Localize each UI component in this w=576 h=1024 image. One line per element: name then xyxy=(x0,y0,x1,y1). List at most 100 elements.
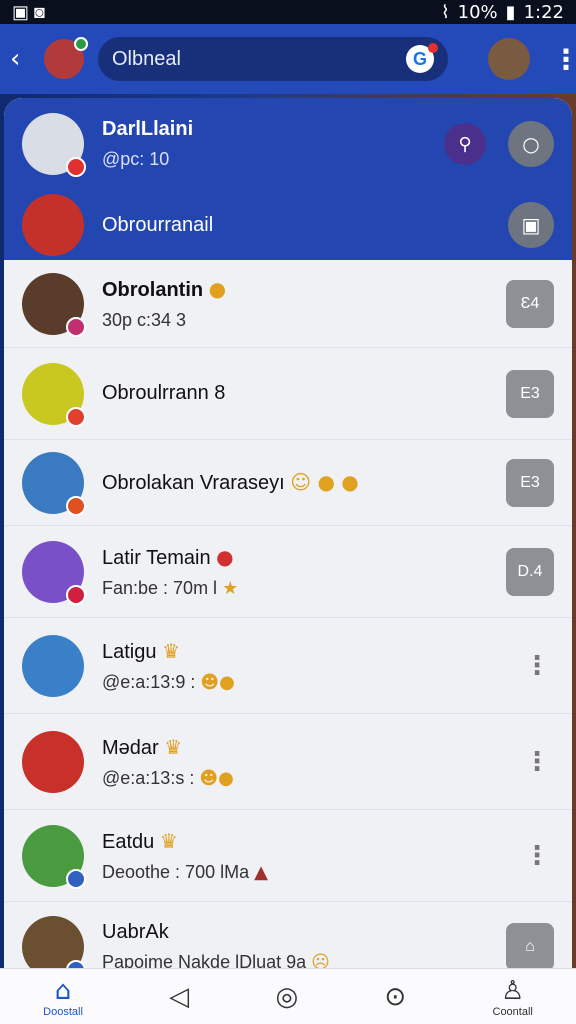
status-right: ⌇ 10% ▮ 1:22 xyxy=(441,2,564,23)
crown-icon: ♛ xyxy=(162,638,180,663)
chat-row[interactable]: Latir Temain ● Fan:be : 70m l ★ D.4 xyxy=(4,526,572,618)
nav-home-label: Doostall xyxy=(43,1005,83,1018)
contact-name: Obrolakan Vraraseyı ☺ ● ● xyxy=(102,470,359,494)
contact-name: Obrolantin ● xyxy=(102,276,227,301)
action-button[interactable]: Ɛ4 xyxy=(506,279,554,328)
chat-text: Mədar ♛ @e:a:13:s : ☻● xyxy=(102,735,524,789)
contact-name: Mədar ♛ xyxy=(102,734,183,759)
online-badge xyxy=(74,37,88,51)
emoji-icon: ▲ xyxy=(254,861,268,883)
chat-panel: DarlLlaini @pc: 10 ⚲ ○ Obrourranail ▣ Ob… xyxy=(4,98,572,968)
contact-name: Obrourranail xyxy=(102,213,214,236)
status-badge xyxy=(66,316,86,337)
contact-name: Latigu ♛ xyxy=(102,638,180,663)
chat-row[interactable]: Eatdu ♛ Deoothe : 700 lMa ▲ ⋮ xyxy=(4,810,572,902)
contact-name: DarlLlaini xyxy=(102,118,194,140)
action-button[interactable]: E3 xyxy=(506,458,554,507)
person-icon[interactable]: ⚲ xyxy=(444,123,486,165)
status-badge xyxy=(66,406,86,427)
home-square-icon[interactable]: ⌂ xyxy=(506,923,554,968)
profile-avatar[interactable] xyxy=(488,38,530,80)
contact-avatar xyxy=(22,272,86,337)
chat-row[interactable]: Obroulrrann 8 E3 xyxy=(4,348,572,440)
search-input[interactable]: Olbneal xyxy=(112,48,181,71)
chat-text: Obrolakan Vraraseyı ☺ ● ● xyxy=(102,470,506,495)
back-triangle-icon: ◁ xyxy=(169,981,190,1012)
pinned-section: DarlLlaini @pc: 10 ⚲ ○ Obrourranail ▣ xyxy=(4,98,572,260)
action-button[interactable]: D.4 xyxy=(506,547,554,596)
status-badge xyxy=(66,960,86,968)
header-avatar[interactable] xyxy=(44,37,88,79)
emoji-icon: ☻● xyxy=(199,767,234,789)
battery-icon: ▮ xyxy=(505,1,516,23)
nav-contact-label: Coontall xyxy=(492,1005,533,1018)
chat-row[interactable]: Obrolakan Vraraseyı ☺ ● ● E3 xyxy=(4,440,572,526)
contact-avatar xyxy=(22,451,86,516)
square-icon[interactable]: ▣ xyxy=(508,202,554,248)
last-message: Deoothe : 700 lMa ▲ xyxy=(102,861,268,883)
more-icon[interactable]: ⋮ xyxy=(524,651,550,681)
clock: 1:22 xyxy=(523,1,564,23)
camera-icon: ◎ xyxy=(275,981,299,1012)
chat-text: Eatdu ♛ Deoothe : 700 lMa ▲ xyxy=(102,829,524,883)
chat-row[interactable]: Obrolantin ● 30p c:34 3 Ɛ4 xyxy=(4,260,572,348)
contact-avatar xyxy=(22,113,86,177)
chat-text: Latigu ♛ @e:a:13:9 : ☻● xyxy=(102,639,524,693)
nav-explore[interactable]: ⊙ xyxy=(384,982,406,1012)
search-bar[interactable]: Olbneal G xyxy=(98,37,448,81)
menu-icon[interactable]: ⋮ xyxy=(552,43,576,76)
contact-avatar xyxy=(22,540,86,605)
pinned-chat-row[interactable]: Obrourranail ▣ xyxy=(4,190,572,260)
emoji-icon: ☹ xyxy=(311,952,330,968)
nav-contact[interactable]: ♙ Coontall xyxy=(493,976,533,1018)
last-message: Fan:be : 70m l ★ xyxy=(102,577,239,599)
back-button[interactable]: ‹ xyxy=(10,44,34,74)
chat-text: DarlLlaini @pc: 10 xyxy=(102,118,444,170)
contact-avatar xyxy=(22,194,84,256)
status-bar: ▣ ◙ ⌇ 10% ▮ 1:22 xyxy=(0,0,576,24)
status-left: ▣ ◙ xyxy=(12,2,45,23)
nav-back[interactable]: ◁ xyxy=(169,982,189,1012)
chat-bubble-icon[interactable]: ○ xyxy=(508,121,554,167)
crown-icon: ♛ xyxy=(164,734,183,759)
chat-text: Latir Temain ● Fan:be : 70m l ★ xyxy=(102,545,506,599)
notification-icon: ▣ ◙ xyxy=(12,1,45,22)
chat-row[interactable]: UabrAk Papoime Nakde lDluat 9a ☹ ⌂ xyxy=(4,902,572,968)
nav-home[interactable]: ⌂ Doostall xyxy=(43,976,83,1018)
contact-name: Eatdu ♛ xyxy=(102,828,178,853)
contact-avatar xyxy=(22,730,84,793)
pinned-chat-row[interactable]: DarlLlaini @pc: 10 ⚲ ○ xyxy=(4,98,572,190)
google-icon[interactable]: G xyxy=(406,43,438,73)
status-badge xyxy=(66,495,86,516)
header-actions: ⋮ xyxy=(478,38,576,80)
chat-row[interactable]: Latigu ♛ @e:a:13:9 : ☻● ⋮ xyxy=(4,618,572,714)
home-icon: ⌂ xyxy=(54,975,72,1006)
battery-text: 10% xyxy=(457,1,498,23)
last-message: @pc: 10 xyxy=(102,149,170,169)
contact-name: UabrAk xyxy=(102,921,169,943)
chat-row[interactable]: Mədar ♛ @e:a:13:s : ☻● ⋮ xyxy=(4,714,572,810)
action-button[interactable]: E3 xyxy=(506,369,554,418)
more-icon[interactable]: ⋮ xyxy=(524,841,550,871)
chat-text: UabrAk Papoime Nakde lDluat 9a ☹ xyxy=(102,921,506,968)
chat-text: Obroulrrann 8 xyxy=(102,382,506,405)
nav-camera[interactable]: ◎ xyxy=(275,982,298,1012)
app-header: ‹ Olbneal G ⋮ xyxy=(0,24,576,94)
emoji-icon: ☻● xyxy=(200,671,235,693)
status-badge xyxy=(66,157,86,177)
wifi-icon: ⌇ xyxy=(440,1,450,23)
last-message: Papoime Nakde lDluat 9a ☹ xyxy=(102,952,506,968)
contact-name: Latir Temain ● xyxy=(102,544,234,569)
emoji-icon: ● xyxy=(216,544,234,569)
person-icon: ♙ xyxy=(501,975,525,1006)
contact-avatar xyxy=(22,634,84,697)
contact-avatar xyxy=(22,916,86,968)
chat-text: Obrourranail xyxy=(102,214,508,237)
emoji-icon: ● xyxy=(208,276,227,301)
status-badge xyxy=(66,868,86,889)
more-icon[interactable]: ⋮ xyxy=(524,747,550,777)
status-badge xyxy=(66,584,86,605)
star-icon: ★ xyxy=(222,577,239,599)
contact-avatar xyxy=(22,362,86,427)
bottom-nav: ⌂ Doostall ◁ ◎ ⊙ ♙ Coontall xyxy=(0,968,576,1024)
